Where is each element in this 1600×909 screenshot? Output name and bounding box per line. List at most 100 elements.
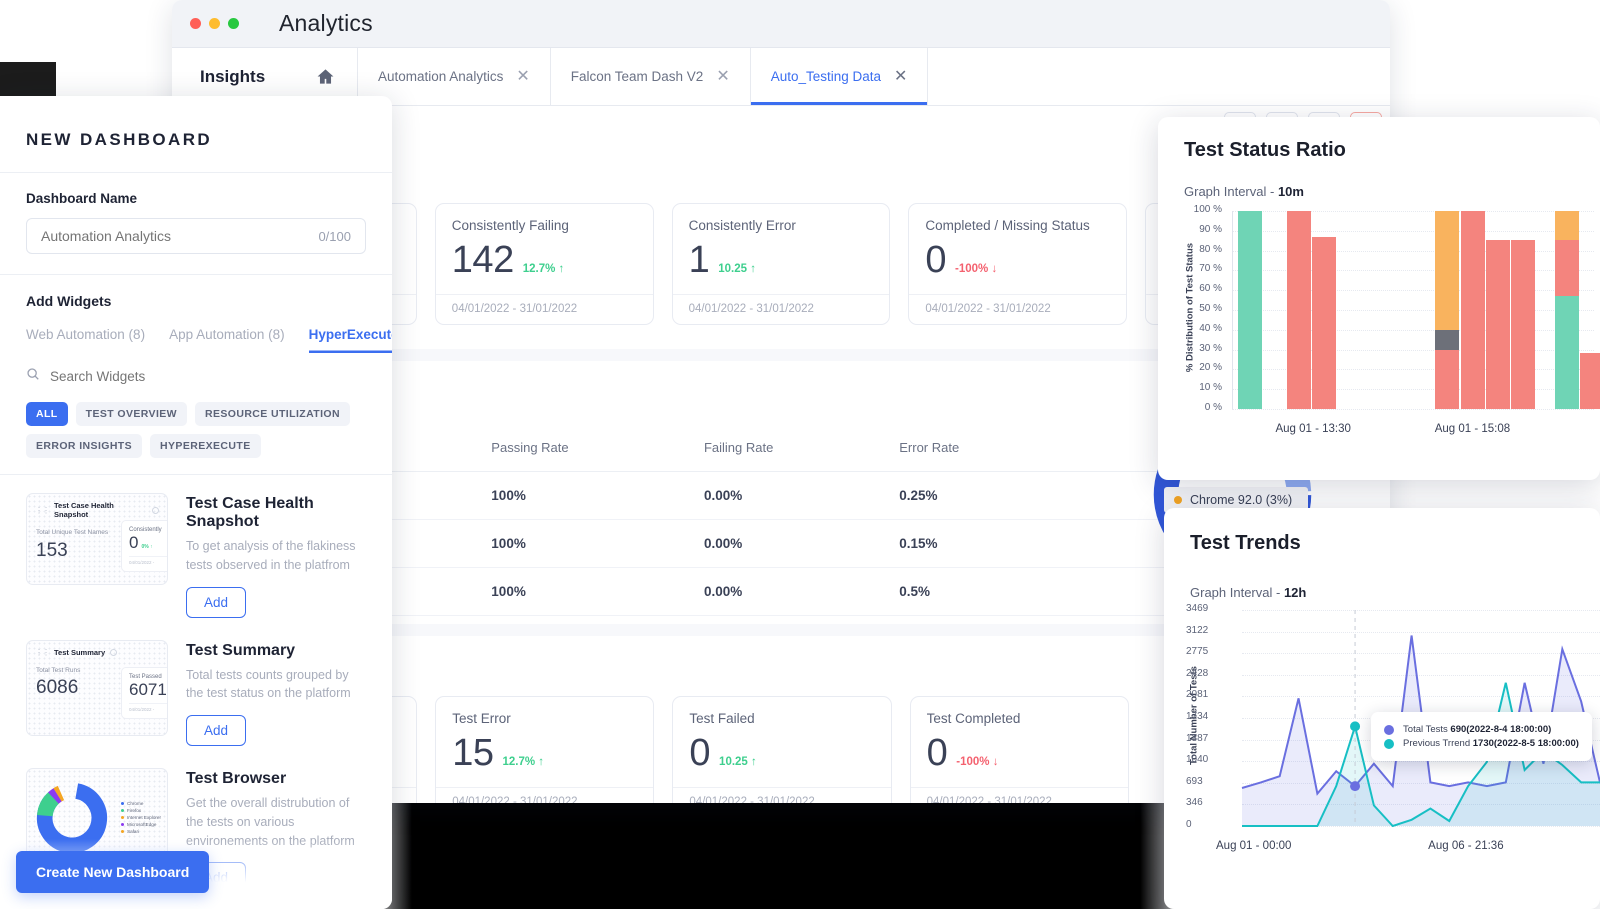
- legend-label: Safari: [127, 829, 140, 834]
- test-trends-graph-interval: Graph Interval - 12h: [1164, 555, 1600, 600]
- y-axis-tick: 50 %: [1199, 303, 1222, 314]
- metric-card[interactable]: Test Error 15 12.7% ↑ 04/01/2022 - 31/01…: [435, 696, 655, 803]
- bar-segment[interactable]: [1554, 296, 1579, 409]
- preview-mini-card: Consistently 0 0% ↑ 04/01/2022 -: [121, 520, 167, 572]
- create-new-dashboard-button[interactable]: Create New Dashboard: [16, 851, 210, 893]
- dashboard-name-section: Dashboard Name 0/100: [0, 172, 392, 274]
- insights-label: Insights: [200, 66, 266, 86]
- widget-description: Get the overall distrubution of the test…: [186, 796, 355, 848]
- close-tab-icon[interactable]: ✕: [716, 68, 729, 85]
- metric-card-body: Completed / Missing Status 0 -100% ↓: [909, 204, 1126, 294]
- filter-chip-all[interactable]: ALL: [26, 402, 68, 426]
- add-widget-button[interactable]: Add: [186, 586, 247, 618]
- filter-chip-error-insights[interactable]: ERROR INSIGHTS: [26, 434, 143, 458]
- metric-card-delta: 10.25 ↑: [718, 263, 756, 275]
- bar-segment[interactable]: [1554, 239, 1579, 297]
- drag-handle-icon: ⋮⋮: [35, 647, 50, 657]
- x-axis-tick: Aug 01 - 00:00: [1216, 840, 1292, 852]
- y-axis-tick: 0 %: [1204, 402, 1222, 413]
- y-axis-tick: 80 %: [1199, 243, 1222, 255]
- search-widgets-row[interactable]: [0, 353, 392, 398]
- metric-card-range: 04/01/2022 - 31/01/2022: [910, 787, 1128, 803]
- metric-card[interactable]: Test Failed 0 10.25 ↑ 04/01/2022 - 31/01…: [672, 696, 892, 803]
- y-axis-tick: 70 %: [1199, 263, 1222, 275]
- dashboard-name-input[interactable]: [41, 228, 319, 244]
- legend-dot-firefox: [120, 808, 125, 813]
- zoom-window-icon[interactable]: [228, 18, 239, 29]
- metric-card[interactable]: Consistently Error 1 10.25 ↑ 04/01/2022 …: [671, 203, 891, 325]
- dashboard-name-field[interactable]: 0/100: [26, 218, 366, 254]
- bar-segment[interactable]: [1238, 211, 1263, 409]
- new-dashboard-panel: NEW DASHBOARD Dashboard Name 0/100 Add W…: [0, 96, 392, 909]
- add-widgets-section: Add Widgets Web Automation (8) App Autom…: [0, 274, 392, 353]
- preview-mini-card: Test Passed 6071 04/01/2022 -: [121, 666, 167, 719]
- metric-card-value-row: 0 -100% ↓: [927, 732, 1112, 775]
- add-widget-button[interactable]: Add: [186, 715, 247, 746]
- screenshot-root: Analytics Insights Automation Analytics …: [0, 0, 1600, 909]
- y-axis-tick: 90 %: [1199, 223, 1222, 235]
- metric-card-body: Consistently Error 1 10.25 ↑: [673, 204, 890, 294]
- metric-card[interactable]: Completed / Missing Status 0 -100% ↓ 04/…: [908, 203, 1128, 325]
- bar-segment[interactable]: [1580, 352, 1600, 409]
- bar-segment[interactable]: [1460, 211, 1485, 409]
- metric-card-title: Consistently Error: [688, 218, 796, 233]
- metric-card-delta: 12.7% ↑: [502, 756, 545, 768]
- bar-segment[interactable]: [1312, 236, 1337, 409]
- metric-card-delta: 10.25 ↑: [719, 756, 757, 768]
- metric-card-delta: -100% ↓: [955, 263, 998, 275]
- close-tab-icon[interactable]: ✕: [516, 68, 529, 85]
- bar-segment[interactable]: [1286, 211, 1311, 409]
- metric-card-value: 142: [451, 239, 514, 281]
- widget-category-tabs: Web Automation (8) App Automation (8) Hy…: [26, 327, 392, 353]
- bar-segment[interactable]: [1511, 239, 1536, 409]
- metric-card-value: 0: [689, 732, 711, 774]
- bar-segment[interactable]: [1435, 349, 1460, 409]
- filter-chip-resource-utilization[interactable]: RESOURCE UTILIZATION: [194, 402, 350, 426]
- widget-tab-web-automation[interactable]: Web Automation (8): [26, 327, 145, 353]
- window-title: Analytics: [279, 10, 373, 36]
- table-cell-error: 0.25%: [889, 471, 1064, 520]
- search-widgets-input[interactable]: [50, 369, 366, 384]
- graph-interval-value: 12h: [1283, 585, 1307, 600]
- close-window-icon[interactable]: [190, 18, 201, 29]
- x-axis-tick: Aug 06 - 21:36: [1428, 840, 1504, 852]
- widget-filter-chips: ALL TEST OVERVIEW RESOURCE UTILIZATION E…: [0, 398, 392, 475]
- bar-segment[interactable]: [1435, 211, 1460, 330]
- preview-header: ⋮⋮ Test Summary: [27, 641, 167, 657]
- y-axis-tick: 20 %: [1199, 362, 1222, 374]
- tab-auto-testing-data[interactable]: Auto_Testing Data ✕: [751, 48, 929, 105]
- widget-tab-hyperexecute[interactable]: HyperExecute (12): [309, 327, 392, 353]
- metric-card-range: 04/01/2022 - 31/01/2022: [673, 787, 891, 803]
- list-item: ⋮⋮ Test Summary Total Test Runs 6086 Tes…: [26, 639, 366, 746]
- legend-label: Internet Explorer: [127, 815, 161, 820]
- metric-card-title: Test Failed: [689, 711, 755, 726]
- metric-card-value: 1: [688, 239, 710, 281]
- metric-card[interactable]: Test Completed 0 -100% ↓ 04/01/2022 - 31…: [909, 696, 1129, 803]
- widget-name: Test Browser: [186, 770, 287, 787]
- dashboard-name-label: Dashboard Name: [26, 191, 138, 206]
- legend-item: Chrome: [120, 801, 161, 806]
- drag-handle-icon: ⋮⋮: [35, 505, 50, 515]
- close-tab-icon[interactable]: ✕: [894, 68, 907, 85]
- table-cell-passing: 100%: [481, 519, 694, 568]
- widget-tab-app-automation[interactable]: App Automation (8): [169, 327, 285, 353]
- list-item: ⋮⋮ Test Case Health Snapshot Total Uniqu…: [26, 493, 366, 618]
- tooltip-row: Previous Trrend 1730(2022-8-5 18:00:00): [1384, 738, 1579, 749]
- filter-chip-hyperexecute[interactable]: HYPEREXECUTE: [150, 434, 261, 458]
- graph-interval-label: Graph Interval -: [1190, 585, 1281, 600]
- metric-card[interactable]: Consistently Failing 142 12.7% ↑ 04/01/2…: [434, 203, 654, 325]
- table-cell-failing: 0.00%: [693, 471, 890, 520]
- info-icon: [152, 506, 159, 514]
- filter-chip-test-overview[interactable]: TEST OVERVIEW: [75, 402, 187, 426]
- metric-card-value-row: 1 10.25 ↑: [689, 239, 874, 282]
- tab-falcon-team-dash-v2[interactable]: Falcon Team Dash V2 ✕: [551, 48, 751, 105]
- tooltip-dot: [1384, 738, 1395, 749]
- widget-info: Test Browser Get the overall distrubutio…: [186, 768, 366, 894]
- bar-segment[interactable]: [1435, 329, 1460, 350]
- minimize-window-icon[interactable]: [209, 18, 220, 29]
- bar-segment[interactable]: [1486, 239, 1511, 409]
- preview-header: ⋮⋮ Test Case Health Snapshot: [27, 494, 167, 519]
- home-icon[interactable]: [316, 67, 335, 86]
- chart-tooltip: Total Tests 690(2022-8-4 18:00:00) Previo…: [1371, 712, 1592, 762]
- bar-segment[interactable]: [1554, 211, 1579, 240]
